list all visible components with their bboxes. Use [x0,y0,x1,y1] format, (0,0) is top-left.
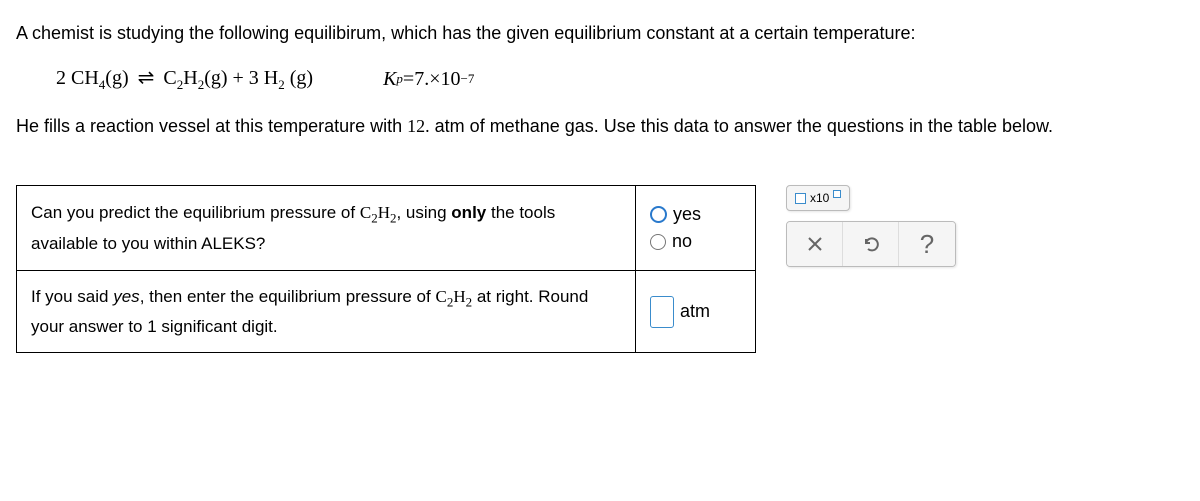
close-icon [806,235,824,253]
radio-yes[interactable] [650,206,667,223]
radio-no-label: no [672,231,692,252]
tool-panel: x10 ? [786,185,956,267]
question-1-answer: yes no [636,186,756,271]
mantissa-box-icon [795,193,806,204]
help-icon: ? [920,229,934,260]
table-row: Can you predict the equilibrium pressure… [17,186,756,271]
question-2-text: If you said yes, then enter the equilibr… [17,271,636,353]
radio-yes-label: yes [673,204,701,225]
question-table: Can you predict the equilibrium pressure… [16,185,756,353]
radio-no[interactable] [650,234,666,250]
question-2-answer: atm [636,271,756,353]
action-buttons: ? [786,221,956,267]
clear-button[interactable] [787,222,843,266]
help-button[interactable]: ? [899,222,955,266]
undo-button[interactable] [843,222,899,266]
equation-row: 2 CH4(g) ⇌ C2H2(g) + 3 H2 (g) Kp=7. × 10… [56,65,1184,93]
question-1-text: Can you predict the equilibrium pressure… [17,186,636,271]
intro-text: A chemist is studying the following equi… [16,20,1184,47]
kp-expression: Kp=7. × 10−7 [383,68,474,91]
secondary-text: He fills a reaction vessel at this tempe… [16,113,1184,140]
table-row: If you said yes, then enter the equilibr… [17,271,756,353]
x10-label: x10 [810,191,829,205]
undo-icon [861,234,881,254]
exponent-box-icon [833,190,841,198]
scientific-notation-button[interactable]: x10 [786,185,850,211]
chemical-equation: 2 CH4(g) ⇌ C2H2(g) + 3 H2 (g) [56,65,313,93]
pressure-input[interactable] [650,296,674,328]
unit-label: atm [680,301,710,322]
equilibrium-arrows-icon: ⇌ [138,65,155,90]
